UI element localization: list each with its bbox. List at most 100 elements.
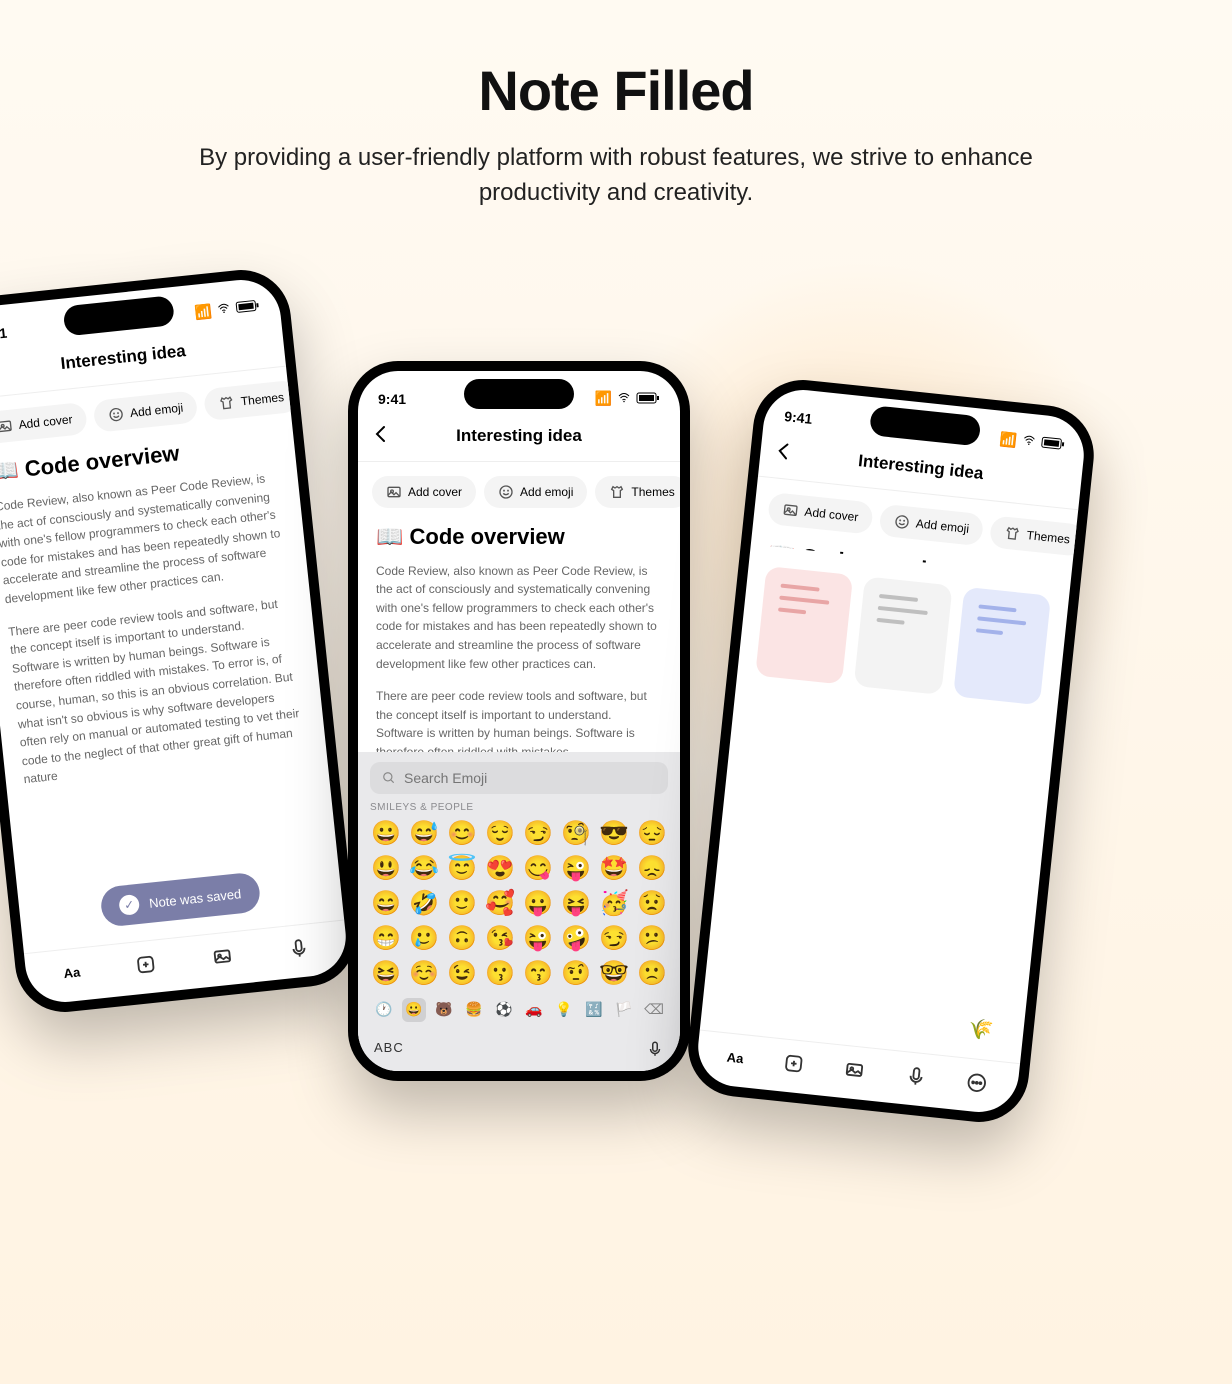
emoji-item[interactable]: 🙃 bbox=[446, 924, 478, 953]
emoji-item[interactable]: 🤩 bbox=[598, 854, 630, 883]
emoji-tab-food[interactable]: 🍔 bbox=[462, 998, 486, 1022]
emoji-tab-activity[interactable]: ⚽ bbox=[492, 998, 516, 1022]
gallery-button[interactable] bbox=[210, 944, 234, 968]
shirt-icon bbox=[1004, 524, 1022, 542]
emoji-tab-recent[interactable]: 🕐 bbox=[372, 998, 396, 1022]
gallery-button[interactable] bbox=[843, 1057, 867, 1081]
signal-icon: 📶 bbox=[595, 390, 612, 407]
emoji-item[interactable]: 🧐 bbox=[560, 819, 592, 848]
emoji-tab-flags[interactable]: 🏳️ bbox=[612, 998, 636, 1022]
emoji-item[interactable]: 😉 bbox=[446, 959, 478, 988]
themes-button[interactable]: Themes bbox=[989, 515, 1085, 557]
gallery-icon bbox=[210, 944, 234, 968]
emoji-item[interactable]: 😅 bbox=[408, 819, 440, 848]
emoji-item[interactable]: 😀 bbox=[370, 819, 402, 848]
battery-icon bbox=[235, 298, 261, 316]
add-button[interactable] bbox=[782, 1051, 806, 1075]
status-icons: 📶 bbox=[999, 430, 1066, 454]
themes-label: Themes bbox=[631, 485, 674, 499]
shirt-icon bbox=[609, 484, 625, 500]
toast-text: Note was saved bbox=[148, 885, 242, 910]
emoji-item[interactable]: 🤣 bbox=[408, 889, 440, 918]
emoji-item[interactable]: 😆 bbox=[370, 959, 402, 988]
paragraph-1: Code Review, also known as Peer Code Rev… bbox=[0, 468, 290, 609]
emoji-item[interactable]: 😜 bbox=[522, 924, 554, 953]
emoji-item[interactable]: 😝 bbox=[560, 889, 592, 918]
emoji-item[interactable]: 😘 bbox=[484, 924, 516, 953]
add-emoji-button[interactable]: Add emoji bbox=[484, 476, 587, 508]
emoji-item[interactable]: 😇 bbox=[446, 854, 478, 883]
more-button[interactable] bbox=[965, 1070, 989, 1094]
emoji-item[interactable]: 😎 bbox=[598, 819, 630, 848]
themes-label: Themes bbox=[240, 390, 285, 408]
emoji-search[interactable] bbox=[370, 762, 668, 794]
wifi-icon bbox=[616, 391, 632, 407]
emoji-tab-travel[interactable]: 🚗 bbox=[522, 998, 546, 1022]
emoji-item[interactable]: 🥲 bbox=[408, 924, 440, 953]
status-icons: 📶 bbox=[595, 390, 660, 407]
emoji-item[interactable]: 😂 bbox=[408, 854, 440, 883]
note-body[interactable]: Code Review, also known as Peer Code Rev… bbox=[0, 468, 309, 789]
emoji-item[interactable]: 😋 bbox=[522, 854, 554, 883]
themes-button[interactable]: Themes bbox=[203, 379, 299, 421]
emoji-tab-symbols[interactable]: 🔣 bbox=[582, 998, 606, 1022]
emoji-item[interactable]: 😛 bbox=[522, 889, 554, 918]
add-cover-button[interactable]: Add cover bbox=[767, 492, 874, 535]
keyboard-abc-button[interactable]: ABC bbox=[374, 1040, 404, 1061]
emoji-item[interactable]: 😜 bbox=[560, 854, 592, 883]
emoji-tab-smileys[interactable]: 😀 bbox=[402, 998, 426, 1022]
add-cover-button[interactable]: Add cover bbox=[372, 476, 476, 508]
emoji-item[interactable]: 😗 bbox=[484, 959, 516, 988]
emoji-item[interactable]: 😄 bbox=[370, 889, 402, 918]
keyboard-mic-button[interactable] bbox=[646, 1040, 664, 1061]
note-title[interactable]: 📖 Code overview bbox=[376, 524, 662, 550]
image-icon bbox=[386, 484, 402, 500]
emoji-item[interactable]: 😟 bbox=[636, 889, 668, 918]
emoji-item[interactable]: 🤨 bbox=[560, 959, 592, 988]
themes-label: Themes bbox=[1026, 528, 1071, 546]
emoji-item[interactable]: 😍 bbox=[484, 854, 516, 883]
emoji-item[interactable]: 🥰 bbox=[484, 889, 516, 918]
emoji-item[interactable]: 🙂 bbox=[446, 889, 478, 918]
emoji-item[interactable]: 😊 bbox=[446, 819, 478, 848]
emoji-item[interactable]: 😏 bbox=[598, 924, 630, 953]
emoji-item[interactable]: 🤪 bbox=[560, 924, 592, 953]
emoji-search-input[interactable] bbox=[404, 770, 656, 786]
add-emoji-button[interactable]: Add emoji bbox=[93, 390, 199, 433]
emoji-item[interactable]: 😃 bbox=[370, 854, 402, 883]
emoji-tab-objects[interactable]: 💡 bbox=[552, 998, 576, 1022]
phone-mockup-left: 9:41 📶 Interesting idea bbox=[0, 265, 361, 1017]
emoji-tab-animals[interactable]: 🐻 bbox=[432, 998, 456, 1022]
text-style-button[interactable]: Aa bbox=[63, 964, 81, 981]
add-emoji-button[interactable]: Add emoji bbox=[878, 503, 984, 546]
wifi-icon bbox=[1020, 433, 1038, 451]
emoji-item[interactable]: 🤓 bbox=[598, 959, 630, 988]
add-emoji-label: Add emoji bbox=[129, 400, 184, 420]
emoji-item[interactable]: 😏 bbox=[522, 819, 554, 848]
emoji-item[interactable]: 😙 bbox=[522, 959, 554, 988]
mic-button[interactable] bbox=[286, 936, 310, 960]
emoji-item[interactable]: 😌 bbox=[484, 819, 516, 848]
emoji-item[interactable]: 😞 bbox=[636, 854, 668, 883]
note-body[interactable]: Code Review, also known as Peer Code Rev… bbox=[376, 562, 662, 752]
theme-card-blue[interactable] bbox=[953, 586, 1051, 705]
emoji-item[interactable]: 😔 bbox=[636, 819, 668, 848]
status-time: 9:41 bbox=[0, 324, 8, 343]
emoji-item[interactable]: 🙁 bbox=[636, 959, 668, 988]
mic-button[interactable] bbox=[904, 1064, 928, 1088]
theme-card-pink[interactable] bbox=[755, 566, 853, 685]
emoji-item[interactable]: 😕 bbox=[636, 924, 668, 953]
text-style-button[interactable]: Aa bbox=[726, 1049, 744, 1066]
emoji-item[interactable]: ☺️ bbox=[408, 959, 440, 988]
emoji-delete-button[interactable]: ⌫ bbox=[642, 998, 666, 1022]
themes-button[interactable]: Themes bbox=[595, 476, 680, 508]
emoji-item[interactable]: 🥳 bbox=[598, 889, 630, 918]
more-icon bbox=[965, 1070, 989, 1094]
theme-card-gray[interactable] bbox=[854, 576, 952, 695]
smile-icon bbox=[498, 484, 514, 500]
add-cover-button[interactable]: Add cover bbox=[0, 401, 88, 444]
smile-icon bbox=[893, 513, 911, 531]
add-button[interactable] bbox=[134, 952, 158, 976]
emoji-item[interactable]: 😁 bbox=[370, 924, 402, 953]
wifi-icon bbox=[215, 301, 233, 319]
